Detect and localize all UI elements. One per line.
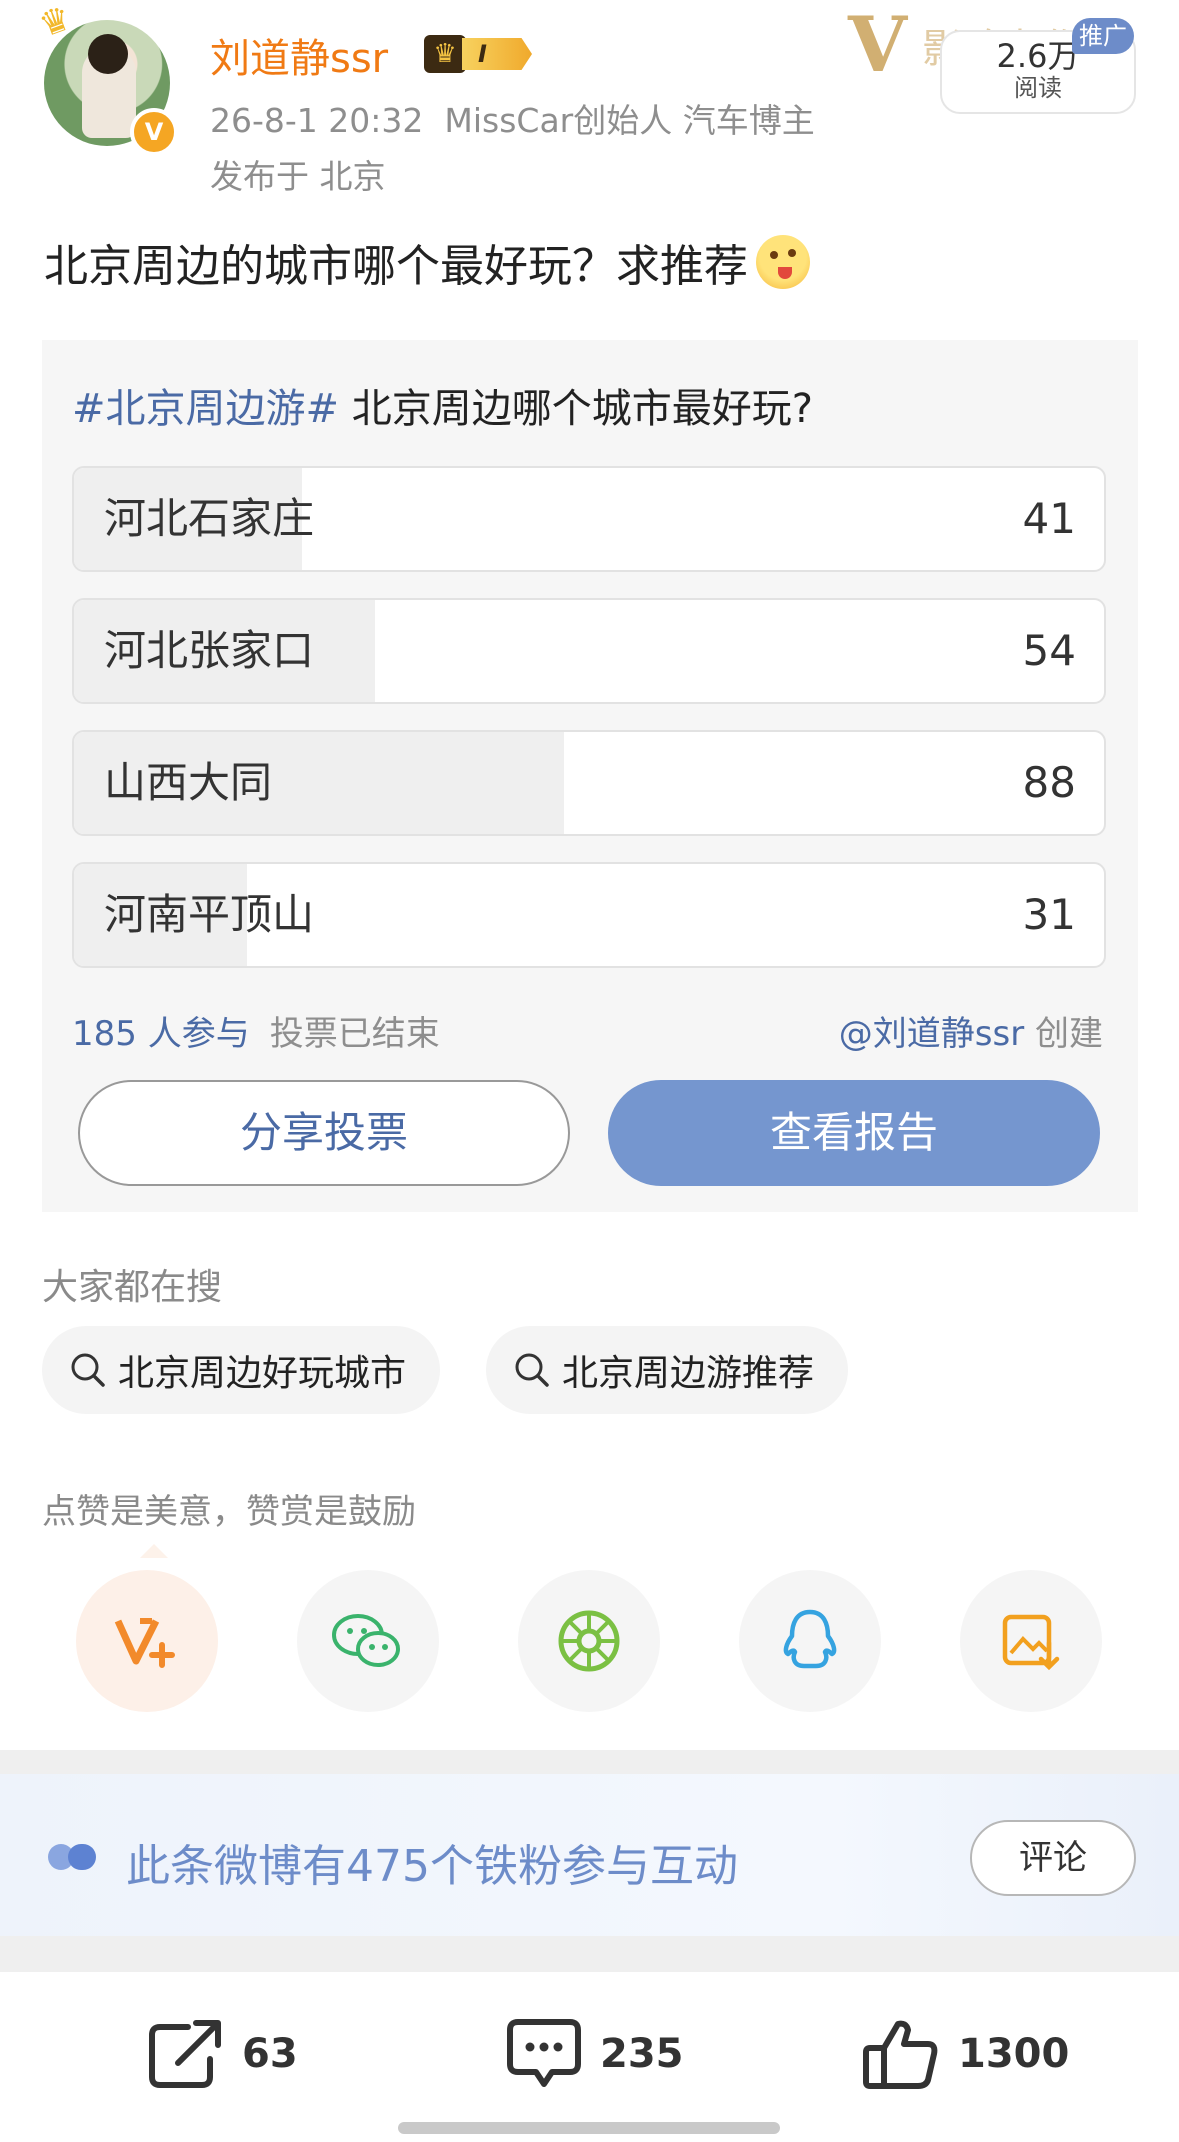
timestamp: 26-8-1 20:32: [210, 101, 424, 140]
save-image-button[interactable]: [960, 1570, 1102, 1712]
poll-option-count: 88: [1022, 758, 1076, 807]
poll-creator-link[interactable]: @刘道静ssr: [839, 1014, 1024, 1054]
post-text-content: 北京周边的城市哪个最好玩？求推荐: [44, 241, 748, 292]
reward-pointer: [140, 1544, 168, 1558]
thumbs-up-icon: [863, 2020, 938, 2089]
section-divider: [0, 1750, 1179, 1774]
poll-title: #北京周边游# 北京周边哪个城市最好玩?: [72, 376, 813, 434]
wechat-icon: [332, 1614, 400, 1667]
promo-tag: 推广: [1072, 18, 1134, 54]
share-wechat-button[interactable]: [297, 1570, 439, 1712]
share-qq-button[interactable]: [739, 1570, 881, 1712]
author-title: MissCar创始人 汽车博主: [444, 101, 815, 140]
poll-created-label: 创建: [1024, 1014, 1103, 1054]
fans-interaction-text[interactable]: 此条微博有475个铁粉参与互动: [126, 1830, 738, 1894]
poll-option-count: 41: [1022, 494, 1076, 543]
repost-count: 63: [242, 2031, 298, 2077]
poll-option-count: 31: [1022, 890, 1076, 939]
poll-status: 投票已结束: [269, 1014, 440, 1054]
poll-hashtag[interactable]: #北京周边游#: [72, 386, 339, 432]
share-poll-button[interactable]: 分享投票: [78, 1080, 570, 1186]
post-text: 北京周边的城市哪个最好玩？求推荐: [44, 230, 810, 294]
poll-option[interactable]: 山西大同 88: [72, 730, 1106, 836]
poll-creator: @刘道静ssr 创建: [839, 1006, 1103, 1055]
save-image-icon: [1002, 1614, 1060, 1671]
poll-option-label: 山西大同: [104, 758, 273, 807]
moments-icon: [558, 1610, 620, 1672]
fans-icon: [48, 1844, 96, 1870]
comment-count: 235: [600, 2031, 684, 2077]
repost-action[interactable]: 63: [148, 2016, 298, 2092]
search-icon: [515, 1353, 549, 1387]
influencer-watermark-icon: V: [848, 0, 907, 89]
like-action[interactable]: 1300: [862, 2016, 1069, 2092]
comment-action[interactable]: 235: [506, 2016, 684, 2092]
poll-option[interactable]: 河南平顶山 31: [72, 862, 1106, 968]
poll-stats: 185 人参与 投票已结束: [72, 1006, 440, 1055]
poll-option-label: 河南平顶山: [104, 890, 315, 939]
view-report-button[interactable]: 查看报告: [608, 1080, 1100, 1186]
poll-option[interactable]: 河北张家口 54: [72, 598, 1106, 704]
post-meta: 26-8-1 20:32 MissCar创始人 汽车博主: [210, 94, 815, 142]
poll-option-label: 河北张家口: [104, 626, 315, 675]
poll-option-label: 河北石家庄: [104, 494, 315, 543]
repost-icon: [149, 2020, 221, 2088]
drooling-emoji-icon: [756, 235, 810, 289]
reward-title: 点赞是美意，赞赏是鼓励: [42, 1492, 416, 1532]
weibo-reward-icon: [114, 1618, 175, 1668]
username[interactable]: 刘道静ssr: [210, 26, 388, 84]
poll-option[interactable]: 河北石家庄 41: [72, 466, 1106, 572]
views-label: 阅读: [1014, 74, 1062, 102]
search-chip-label: 北京周边游推荐: [562, 1353, 815, 1394]
search-chip[interactable]: 北京周边好玩城市: [42, 1326, 441, 1414]
search-chip-label: 北京周边好玩城市: [118, 1353, 407, 1394]
qq-icon: [783, 1609, 837, 1669]
level-badge[interactable]: ♛ I: [424, 34, 532, 74]
crown-icon: ♛: [424, 35, 466, 73]
search-chip[interactable]: 北京周边游推荐: [486, 1326, 849, 1414]
like-count: 1300: [958, 2031, 1070, 2077]
comment-button[interactable]: 评论: [970, 1820, 1136, 1896]
poll-option-count: 54: [1022, 626, 1076, 675]
search-icon: [71, 1353, 105, 1387]
verified-badge-icon: V: [130, 108, 178, 156]
search-section-title: 大家都在搜: [42, 1267, 223, 1308]
level-label: I: [462, 38, 532, 70]
home-indicator[interactable]: [398, 2122, 780, 2134]
comment-icon: [507, 2019, 581, 2087]
poll-participants[interactable]: 185 人参与: [72, 1014, 250, 1054]
section-divider: [0, 1936, 1179, 1972]
poll-question: 北京周边哪个城市最好玩?: [339, 386, 813, 432]
post-location: 发布于 北京: [210, 157, 386, 196]
share-moments-button[interactable]: [518, 1570, 660, 1712]
reward-button[interactable]: [76, 1570, 218, 1712]
